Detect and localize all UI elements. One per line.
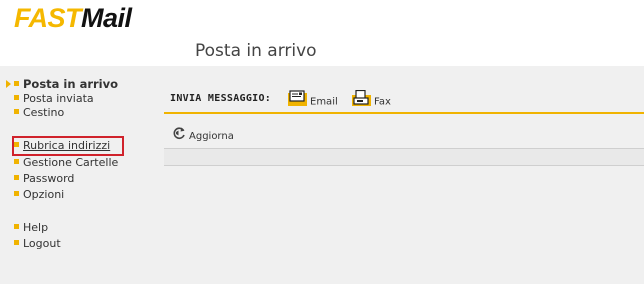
- page-title: Posta in arrivo: [195, 41, 317, 61]
- refresh-icon: [172, 126, 186, 146]
- sidebar-item-help[interactable]: Help: [14, 220, 48, 236]
- send-message-label: INVIA MESSAGGIO:: [170, 93, 272, 104]
- sidebar-item-label: Cestino: [23, 106, 65, 119]
- fax-label: Fax: [374, 96, 391, 108]
- sidebar-item-password[interactable]: Password: [14, 171, 74, 187]
- bullet-icon: [14, 224, 19, 229]
- sidebar-item-label: Opzioni: [23, 188, 65, 201]
- bullet-icon: [14, 175, 19, 180]
- sidebar-item-cestino[interactable]: Cestino: [14, 105, 64, 121]
- sidebar-item-label: Help: [23, 221, 49, 234]
- message-list-header: [164, 148, 644, 166]
- sidebar-item-label: Logout: [23, 237, 61, 250]
- bullet-icon: [14, 109, 19, 114]
- sidebar: Posta in arrivo Posta inviata Cestino Ru…: [0, 66, 160, 284]
- sidebar-item-gestione-cartelle[interactable]: Gestione Cartelle: [14, 155, 118, 171]
- fax-button[interactable]: Fax: [352, 89, 391, 108]
- bullet-icon: [14, 240, 19, 245]
- refresh-label: Aggiorna: [189, 131, 234, 142]
- highlight-box: [12, 136, 124, 156]
- email-label: Email: [310, 96, 338, 108]
- logo-part-mail: Mail: [81, 3, 132, 33]
- arrow-icon: [6, 80, 11, 88]
- fastmail-logo: FASTMail: [14, 2, 132, 34]
- bullet-icon: [14, 95, 19, 100]
- email-button[interactable]: Email: [288, 90, 338, 108]
- sidebar-item-label: Gestione Cartelle: [23, 156, 119, 169]
- email-icon: [288, 90, 308, 113]
- bullet-icon: [14, 159, 19, 164]
- refresh-button[interactable]: Aggiorna: [172, 126, 234, 146]
- bullet-icon: [14, 191, 19, 196]
- bullet-icon: [14, 81, 19, 86]
- sidebar-item-logout[interactable]: Logout: [14, 236, 61, 252]
- sidebar-item-posta-in-arrivo[interactable]: Posta in arrivo: [6, 76, 119, 92]
- fax-icon: [352, 89, 372, 113]
- logo-part-fast: FAST: [14, 3, 82, 33]
- sidebar-item-label: Posta inviata: [23, 92, 94, 105]
- sidebar-item-opzioni[interactable]: Opzioni: [14, 187, 64, 203]
- send-message-toolbar: INVIA MESSAGGIO: Email Fax: [164, 88, 644, 114]
- sidebar-item-label: Posta in arrivo: [23, 77, 119, 91]
- sidebar-item-label: Password: [23, 172, 75, 185]
- content-area: Posta in arrivo Posta inviata Cestino Ru…: [0, 66, 644, 284]
